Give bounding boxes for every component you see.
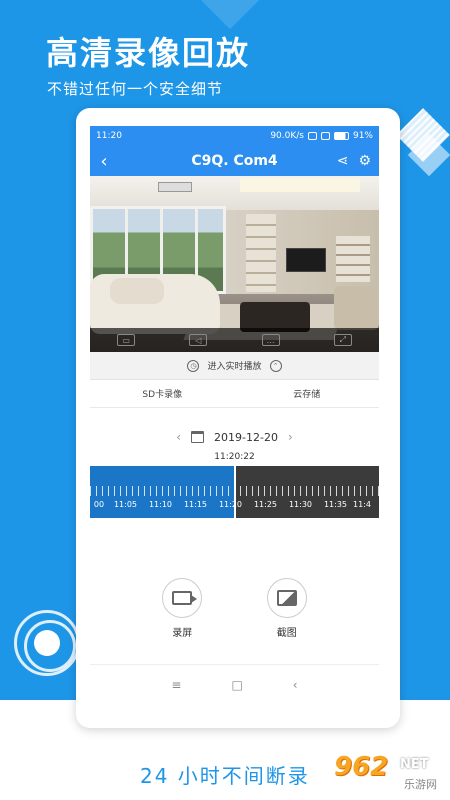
timeline-label: 11:05 [113,500,138,509]
video-frame [334,286,379,330]
video-frame [246,214,276,292]
app-bar: ‹ C9Q. Com4 ⋖ ⚙ [90,146,379,176]
signal-icon [320,132,330,140]
site-watermark: 962 NET 乐游网 [334,752,440,794]
tab-sd-card[interactable]: SD卡录像 [90,380,235,407]
timeline-label: 11:10 [148,500,173,509]
watermark-logo: 962 [334,752,389,782]
record-label: 录屏 [172,628,193,639]
timeline-label: 11:35 [323,500,348,509]
quality-icon[interactable]: ▭ [117,334,136,346]
screenshot-label: 截图 [276,628,297,639]
timeline-label: 11:25 [253,500,278,509]
timeline-label: 11:15 [183,500,208,509]
message-icon[interactable]: … [261,334,280,346]
timeline-labels: 00 11:05 11:10 11:15 11:20 11:25 11:30 1… [90,500,379,509]
record-icon-circle [162,578,203,618]
status-right: 90.0K/s 91% [270,131,373,141]
chevron-up-icon[interactable]: ⌃ [269,359,282,372]
live-playback-row[interactable]: ◷ 进入实时播放 ⌃ [90,352,379,380]
alarm-icon [307,132,317,140]
playback-timeline[interactable]: 00 11:05 11:10 11:15 11:20 11:25 11:30 1… [90,466,379,518]
tab-cloud[interactable]: 云存储 [235,380,380,407]
promo-headline: 高清录像回放 [46,34,251,72]
menu-icon[interactable]: ≡ [171,678,181,692]
screenshot-button[interactable]: 截图 [266,578,307,639]
timeline-cursor[interactable] [234,466,236,518]
prev-date-icon[interactable]: ‹ [176,430,181,444]
image-icon [276,590,297,606]
timeline-label: 11:30 [288,500,313,509]
storage-tabs: SD卡录像 云存储 [90,380,379,408]
video-frame [286,248,326,272]
live-playback-label: 进入实时播放 [207,362,262,372]
video-frame [110,278,164,304]
app-screen: 11:20 90.0K/s 91% ‹ C9Q. Com4 ⋖ ⚙ ▭ ◁ … … [90,126,379,704]
status-bar: 11:20 90.0K/s 91% [90,126,379,146]
video-frame [240,178,360,192]
video-frame [336,236,370,282]
device-title: C9Q. Com4 [191,153,278,169]
home-icon[interactable]: □ [231,678,242,692]
action-buttons: 录屏 截图 [90,578,379,639]
date-picker: ‹ 2019-12-20 › [90,408,379,452]
timeline-label: 11:4 [353,500,371,509]
decor-diamond [198,0,262,30]
video-camera-icon [172,591,198,605]
promo-subline: 不错过任何一个安全细节 [47,80,224,98]
video-frame [158,182,192,192]
video-player[interactable]: ▭ ◁ … ⤢ [90,176,379,352]
selected-date[interactable]: 2019-12-20 [214,431,278,444]
timeline-label: 00 [93,500,105,509]
promo-bottom-caption: 24 小时不间断录 [140,764,310,788]
system-nav-bar: ≡ □ ‹ [90,664,379,704]
decor-rings [14,610,80,676]
timeline-label: 11:20 [218,500,243,509]
clock-icon: ◷ [187,359,200,372]
status-time: 11:20 [96,131,122,141]
battery-icon [333,132,349,140]
battery-level: 91% [352,131,373,141]
fullscreen-icon[interactable]: ⤢ [333,334,352,346]
next-date-icon[interactable]: › [288,430,293,444]
nav-back-icon[interactable]: ‹ [293,678,298,692]
screenshot-icon-circle [266,578,307,618]
calendar-icon[interactable] [191,431,205,443]
network-speed: 90.0K/s [270,131,304,141]
current-playback-time: 11:20:22 [214,452,255,462]
mute-icon[interactable]: ◁ [189,334,208,346]
watermark-site: 乐游网 [404,778,437,791]
watermark-net: NET [400,757,429,772]
video-controls: ▭ ◁ … ⤢ [90,328,379,352]
record-button[interactable]: 录屏 [162,578,203,639]
